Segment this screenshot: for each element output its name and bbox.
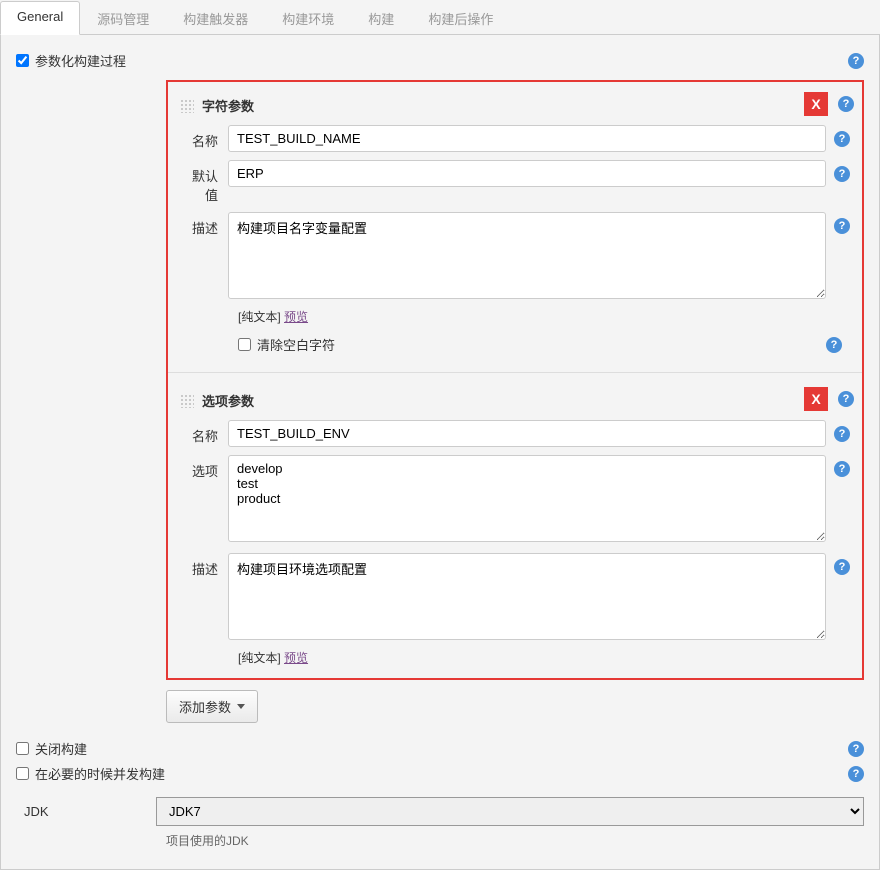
add-parameter-label: 添加参数 (179, 697, 231, 716)
tab-build[interactable]: 构建 (351, 1, 411, 35)
tab-triggers[interactable]: 构建触发器 (166, 1, 265, 35)
choice-parameter-section: 选项参数 X ? 名称 ? 选项 develop test product ? … (168, 377, 862, 678)
parameterized-build-label: 参数化构建过程 (35, 51, 126, 70)
string-parameter-section: 字符参数 X ? 名称 ? 默认值 ? 描述 (168, 82, 862, 368)
string-param-desc-textarea[interactable]: 构建项目名字变量配置 (228, 212, 826, 299)
parameterized-build-checkbox[interactable] (16, 54, 29, 67)
caret-down-icon (237, 704, 245, 709)
tab-general[interactable]: General (0, 1, 80, 35)
divider (168, 372, 862, 373)
choice-param-title: 选项参数 (202, 391, 254, 410)
name-label: 名称 (180, 420, 228, 445)
disable-build-checkbox[interactable] (16, 742, 29, 755)
concurrent-build-label: 在必要的时候并发构建 (35, 764, 165, 783)
general-content: 参数化构建过程 ? 字符参数 X ? 名称 ? 默认值 (0, 35, 880, 870)
desc-label: 描述 (180, 212, 228, 237)
help-icon[interactable]: ? (834, 461, 850, 477)
default-label: 默认值 (180, 160, 228, 204)
help-icon[interactable]: ? (834, 166, 850, 182)
help-icon[interactable]: ? (834, 426, 850, 442)
trim-whitespace-label: 清除空白字符 (257, 335, 335, 354)
help-icon[interactable]: ? (848, 53, 864, 69)
help-icon[interactable]: ? (838, 96, 854, 112)
help-icon[interactable]: ? (834, 131, 850, 147)
jdk-label: JDK (16, 804, 156, 819)
string-param-default-input[interactable] (228, 160, 826, 187)
help-icon[interactable]: ? (834, 218, 850, 234)
help-icon[interactable]: ? (848, 741, 864, 757)
plaintext-label: [纯文本] (238, 651, 284, 665)
help-icon[interactable]: ? (838, 391, 854, 407)
close-button[interactable]: X (804, 387, 828, 411)
jdk-caption: 项目使用的JDK (166, 832, 864, 849)
desc-label: 描述 (180, 553, 228, 578)
tab-scm[interactable]: 源码管理 (80, 1, 166, 35)
string-param-name-input[interactable] (228, 125, 826, 152)
config-tabs: General 源码管理 构建触发器 构建环境 构建 构建后操作 (0, 0, 880, 35)
trim-whitespace-checkbox[interactable] (238, 338, 251, 351)
drag-handle-icon[interactable] (180, 99, 194, 113)
name-label: 名称 (180, 125, 228, 150)
choice-param-name-input[interactable] (228, 420, 826, 447)
close-button[interactable]: X (804, 92, 828, 116)
preview-link[interactable]: 预览 (284, 310, 308, 324)
string-param-title: 字符参数 (202, 96, 254, 115)
disable-build-label: 关闭构建 (35, 739, 87, 758)
drag-handle-icon[interactable] (180, 394, 194, 408)
choice-param-desc-textarea[interactable]: 构建项目环境选项配置 (228, 553, 826, 640)
add-parameter-button[interactable]: 添加参数 (166, 690, 258, 723)
help-icon[interactable]: ? (848, 766, 864, 782)
choices-label: 选项 (180, 455, 228, 480)
parameters-container: 字符参数 X ? 名称 ? 默认值 ? 描述 (166, 80, 864, 680)
tab-env[interactable]: 构建环境 (265, 1, 351, 35)
plaintext-label: [纯文本] (238, 310, 284, 324)
preview-link[interactable]: 预览 (284, 651, 308, 665)
help-icon[interactable]: ? (834, 559, 850, 575)
choice-param-choices-textarea[interactable]: develop test product (228, 455, 826, 542)
concurrent-build-checkbox[interactable] (16, 767, 29, 780)
jdk-select[interactable]: JDK7 (156, 797, 864, 826)
tab-post[interactable]: 构建后操作 (411, 1, 510, 35)
help-icon[interactable]: ? (826, 337, 842, 353)
